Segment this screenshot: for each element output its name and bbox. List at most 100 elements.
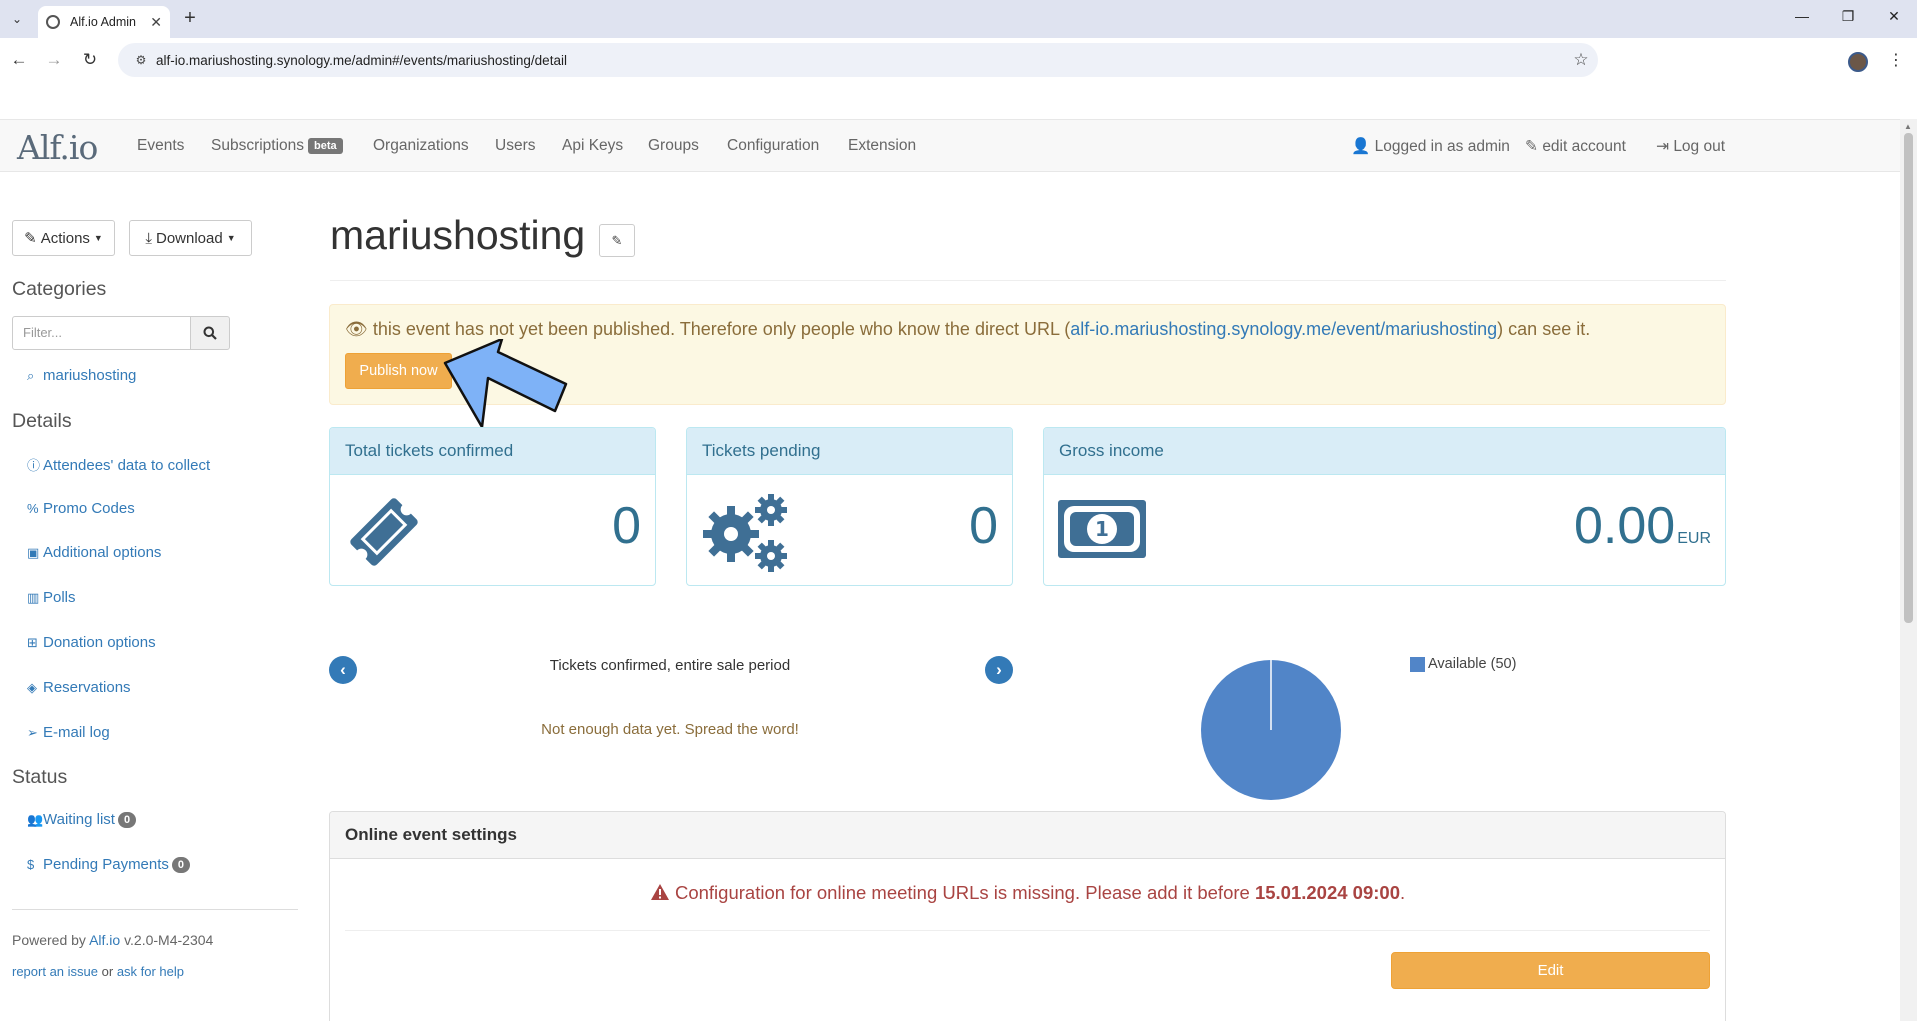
sidebar-item-reservations[interactable]: ◈ Reservations	[27, 679, 131, 696]
search-icon	[203, 326, 217, 340]
category-filter-input[interactable]: Filter...	[12, 316, 191, 350]
sidebar-divider	[12, 909, 298, 910]
nav-configuration[interactable]: Configuration	[727, 137, 819, 155]
gears-icon	[703, 494, 787, 572]
categories-heading: Categories	[12, 278, 107, 300]
app-navbar: Alf.io Events Subscriptions beta Organiza…	[0, 119, 1900, 172]
sidebar-item-label: Additional options	[43, 544, 162, 561]
nav-groups[interactable]: Groups	[648, 137, 699, 155]
logout-link[interactable]: ⇥ Log out	[1656, 137, 1725, 156]
sign-out-icon: ⇥	[1656, 138, 1669, 155]
legend-swatch	[1410, 656, 1425, 672]
download-icon: ⤓	[145, 229, 152, 247]
sidebar-item-email-log[interactable]: ➢ E-mail log	[27, 724, 110, 741]
new-tab-button[interactable]: +	[178, 7, 202, 30]
logged-in-label: Logged in as admin	[1374, 138, 1510, 155]
back-button[interactable]: ←	[8, 49, 30, 71]
nav-api-keys[interactable]: Api Keys	[562, 137, 623, 155]
money-icon: 1	[1058, 500, 1146, 558]
minimize-button[interactable]: —	[1790, 8, 1814, 24]
chart-next-button[interactable]: ›	[985, 656, 1013, 684]
sidebar-item-donation-options[interactable]: ⊞ Donation options	[27, 634, 156, 651]
availability-pie-chart	[1201, 660, 1341, 800]
actions-dropdown-button[interactable]: ✎ Actions ▼	[12, 220, 115, 256]
stat-tickets-pending: Tickets pending 0	[686, 427, 1013, 586]
money-icon: ▣	[27, 545, 40, 560]
title-divider	[330, 280, 1726, 281]
maximize-button[interactable]: ❐	[1836, 8, 1860, 25]
nav-events[interactable]: Events	[137, 137, 184, 155]
sidebar-item-label: Waiting list	[43, 811, 115, 828]
site-settings-icon[interactable]: ⚙	[126, 53, 156, 67]
caret-down-icon: ▼	[226, 233, 236, 243]
sidebar-item-label: Attendees' data to collect	[43, 457, 211, 474]
stat-title: Total tickets confirmed	[330, 428, 655, 475]
stat-value: 0	[612, 496, 641, 556]
bar-chart-icon: ▥	[27, 590, 40, 605]
edit-online-settings-button[interactable]: Edit	[1391, 952, 1710, 989]
browser-tab[interactable]: Alf.io Admin ✕	[38, 6, 170, 38]
bookmark-star-icon[interactable]: ☆	[1564, 50, 1598, 70]
edit-account-label: edit account	[1542, 138, 1626, 155]
stat-gross-income: Gross income 1 0.00 EUR	[1043, 427, 1726, 586]
svg-text:1: 1	[1095, 517, 1109, 541]
logged-in-link[interactable]: 👤 Logged in as admin	[1351, 137, 1510, 156]
pointer-arrow-annotation	[443, 339, 568, 429]
nav-users[interactable]: Users	[495, 137, 535, 155]
sidebar-item-label: Reservations	[43, 679, 131, 696]
sidebar-item-label: Polls	[43, 589, 76, 606]
browser-tab-bar: ⌄ Alf.io Admin ✕ + — ❐ ✕	[0, 0, 1917, 38]
ask-help-link[interactable]: ask for help	[117, 964, 184, 979]
stat-title: Gross income	[1044, 428, 1725, 475]
sidebar-item-polls[interactable]: ▥ Polls	[27, 589, 76, 606]
nav-subscriptions-label: Subscriptions	[211, 137, 305, 154]
profile-avatar[interactable]	[1848, 52, 1868, 72]
forward-button[interactable]: →	[43, 49, 65, 71]
filter-search-button[interactable]	[190, 316, 230, 350]
powered-by: Powered by Alf.io v.2.0-M4-2304	[12, 932, 213, 948]
brand-logo[interactable]: Alf.io	[17, 128, 98, 167]
sidebar-item-additional-options[interactable]: ▣ Additional options	[27, 544, 161, 561]
sidebar-item-waiting-list[interactable]: 👥Waiting list 0	[27, 811, 137, 828]
address-bar[interactable]: ⚙ alf-io.mariushosting.synology.me/admin…	[118, 43, 1598, 77]
edit-account-link[interactable]: ✎ edit account	[1525, 137, 1626, 156]
stat-value-number: 0	[969, 497, 998, 555]
alert-text-after: ) can see it.	[1497, 319, 1591, 339]
users-icon: 👥	[27, 812, 44, 827]
user-icon: 👤	[1351, 138, 1371, 155]
reload-button[interactable]: ↻	[79, 49, 101, 71]
download-dropdown-button[interactable]: ⤓ Download ▼	[129, 220, 252, 256]
report-issue-link[interactable]: report an issue	[12, 964, 98, 979]
warning-text: Configuration for online meeting URLs is…	[674, 882, 1250, 903]
logout-label: Log out	[1673, 138, 1726, 155]
paper-plane-icon: ➢	[27, 725, 38, 740]
publish-now-button[interactable]: Publish now	[345, 353, 452, 389]
page-scrollbar[interactable]: ▲	[1900, 119, 1917, 1021]
scroll-up-icon[interactable]: ▲	[1904, 122, 1912, 131]
browser-menu-icon[interactable]: ⋮	[1888, 50, 1904, 70]
chart-legend: Available (50)	[1410, 656, 1516, 672]
nav-extension[interactable]: Extension	[848, 137, 916, 155]
sidebar-item-promo-codes[interactable]: % Promo Codes	[27, 500, 135, 517]
info-circle-icon: ⓘ	[27, 458, 41, 473]
nav-organizations[interactable]: Organizations	[373, 137, 469, 155]
scrollbar-thumb[interactable]	[1904, 133, 1913, 623]
stat-value: 0	[969, 496, 998, 556]
legend-label: Available (50)	[1428, 656, 1517, 672]
tab-title: Alf.io Admin	[70, 15, 137, 29]
sidebar-item-pending-payments[interactable]: $ Pending Payments 0	[27, 856, 191, 873]
sidebar-item-attendees-data[interactable]: ⓘ Attendees' data to collect	[27, 455, 210, 474]
chevron-right-icon: ›	[996, 660, 1002, 679]
close-icon[interactable]: ✕	[150, 14, 162, 31]
window-close-button[interactable]: ✕	[1882, 8, 1906, 25]
url-text: alf-io.mariushosting.synology.me/admin#/…	[156, 52, 567, 68]
event-public-url-link[interactable]: alf-io.mariushosting.synology.me/event/m…	[1070, 319, 1497, 339]
nav-subscriptions[interactable]: Subscriptions beta	[211, 137, 343, 155]
category-link-mariushosting[interactable]: ⌕ mariushosting	[27, 367, 136, 384]
tab-search-button[interactable]: ⌄	[6, 8, 28, 30]
edit-event-button[interactable]: ✎	[599, 224, 635, 257]
alfio-link[interactable]: Alf.io	[89, 932, 120, 948]
version-text: v.2.0-M4-2304	[124, 932, 214, 948]
dollar-icon: $	[27, 857, 35, 872]
chart-empty-message: Not enough data yet. Spread the word!	[541, 721, 799, 738]
